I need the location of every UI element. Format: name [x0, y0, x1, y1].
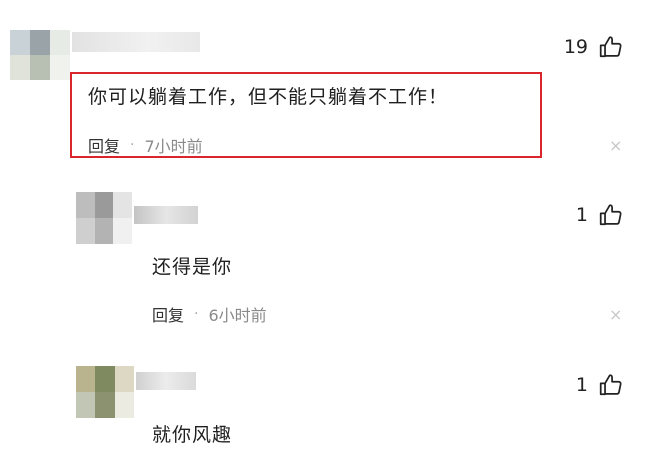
avatar[interactable]	[76, 366, 134, 418]
comment-text: 就你风趣	[152, 424, 233, 446]
thumbs-up-icon[interactable]	[598, 34, 624, 60]
separator-dot: ·	[194, 306, 199, 322]
separator-dot: ·	[130, 137, 135, 153]
comment-meta: 回复 · 7小时前	[88, 133, 203, 157]
close-icon[interactable]: ×	[609, 305, 622, 324]
avatar[interactable]	[10, 30, 70, 80]
username-blurred[interactable]	[72, 32, 200, 52]
reply-button[interactable]: 回复	[152, 302, 184, 326]
comment-meta: 回复 · 6小时前	[152, 302, 267, 326]
thumbs-up-icon[interactable]	[598, 372, 624, 398]
reply-button[interactable]: 回复	[88, 133, 120, 157]
close-icon[interactable]: ×	[609, 136, 622, 155]
like-count: 19	[563, 36, 588, 58]
comment-text: 还得是你	[152, 256, 233, 278]
username-blurred[interactable]	[134, 206, 198, 224]
timestamp: 7小时前	[144, 137, 203, 156]
thumbs-up-icon[interactable]	[598, 202, 624, 228]
avatar[interactable]	[76, 192, 132, 244]
timestamp: 6小时前	[208, 306, 267, 325]
like-count: 1	[575, 374, 588, 396]
like-count: 1	[575, 204, 588, 226]
username-blurred[interactable]	[136, 372, 196, 390]
comment-text: 你可以躺着工作，但不能只躺着不工作！	[88, 86, 449, 108]
